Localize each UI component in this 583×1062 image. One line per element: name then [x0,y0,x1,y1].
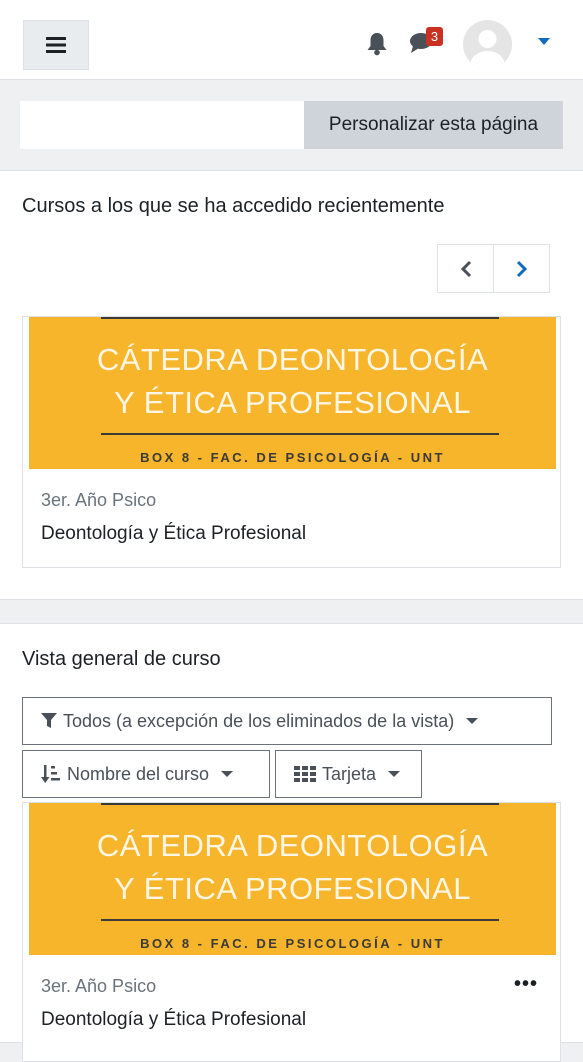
image-subtitle: BOX 8 - FAC. DE PSICOLOGÍA - UNT [140,936,445,951]
next-page-button[interactable] [494,245,549,292]
user-avatar-icon [470,30,505,69]
image-title-line1: CÁTEDRA DEONTOLOGÍA [96,828,489,863]
grid-icon [294,766,316,782]
course-overview-block: Vista general de curso Todos (a excepció… [0,623,583,1062]
filter-icon [41,713,57,729]
customize-page-button[interactable]: Personalizar esta página [304,101,563,149]
course-card[interactable]: CÁTEDRA DEONTOLOGÍA Y ÉTICA PROFESIONAL … [22,316,561,568]
sort-dropdown[interactable]: Nombre del curso [22,750,270,798]
image-rule [101,803,499,805]
image-subtitle: BOX 8 - FAC. DE PSICOLOGÍA - UNT [140,450,445,465]
image-rule [101,433,499,435]
user-menu-caret-down-icon[interactable] [538,38,550,45]
course-name-link[interactable]: Deontología y Ética Profesional [41,523,306,545]
course-name-link[interactable]: Deontología y Ética Profesional [41,1009,306,1031]
course-image[interactable]: CÁTEDRA DEONTOLOGÍA Y ÉTICA PROFESIONAL … [29,317,556,469]
image-title-line1: CÁTEDRA DEONTOLOGÍA [96,342,489,377]
view-mode-dropdown[interactable]: Tarjeta [275,750,422,798]
caret-down-icon [388,771,401,777]
notifications-button[interactable] [366,32,388,61]
page-header-blank [20,101,305,149]
block-title: Vista general de curso [22,648,221,670]
recent-pager [437,244,550,293]
message-count-badge: 3 [426,27,443,46]
course-category: 3er. Año Psico [41,976,157,996]
recent-courses-block: Cursos a los que se ha accedido reciente… [0,170,583,600]
sort-label: Nombre del curso [67,763,210,784]
image-rule [101,919,499,921]
image-title-line2: Y ÉTICA PROFESIONAL [114,385,471,420]
image-rule [101,317,499,319]
grouping-filter-dropdown[interactable]: Todos (a excepción de los eliminados de … [22,697,552,745]
chevron-left-icon [460,260,471,277]
block-title: Cursos a los que se ha accedido reciente… [22,195,445,217]
hamburger-icon [46,37,66,53]
chevron-right-icon [516,260,527,277]
course-card[interactable]: CÁTEDRA DEONTOLOGÍA Y ÉTICA PROFESIONAL … [22,802,561,1062]
avatar[interactable] [463,20,512,69]
bell-icon [367,33,387,56]
course-category: 3er. Año Psico [41,490,157,510]
sort-alpha-icon [41,764,61,784]
menu-toggle-button[interactable] [23,20,89,70]
prev-page-button[interactable] [438,245,494,292]
ellipsis-icon[interactable]: ••• [514,973,538,996]
course-image[interactable]: CÁTEDRA DEONTOLOGÍA Y ÉTICA PROFESIONAL … [29,803,556,955]
caret-down-icon [466,718,479,724]
image-title-line2: Y ÉTICA PROFESIONAL [114,871,471,906]
top-navbar: 3 [0,0,583,80]
customize-strip: Personalizar esta página [0,81,583,169]
view-mode-label: Tarjeta [322,763,377,784]
grouping-filter-label: Todos (a excepción de los eliminados de … [63,710,455,731]
caret-down-icon [221,771,234,777]
